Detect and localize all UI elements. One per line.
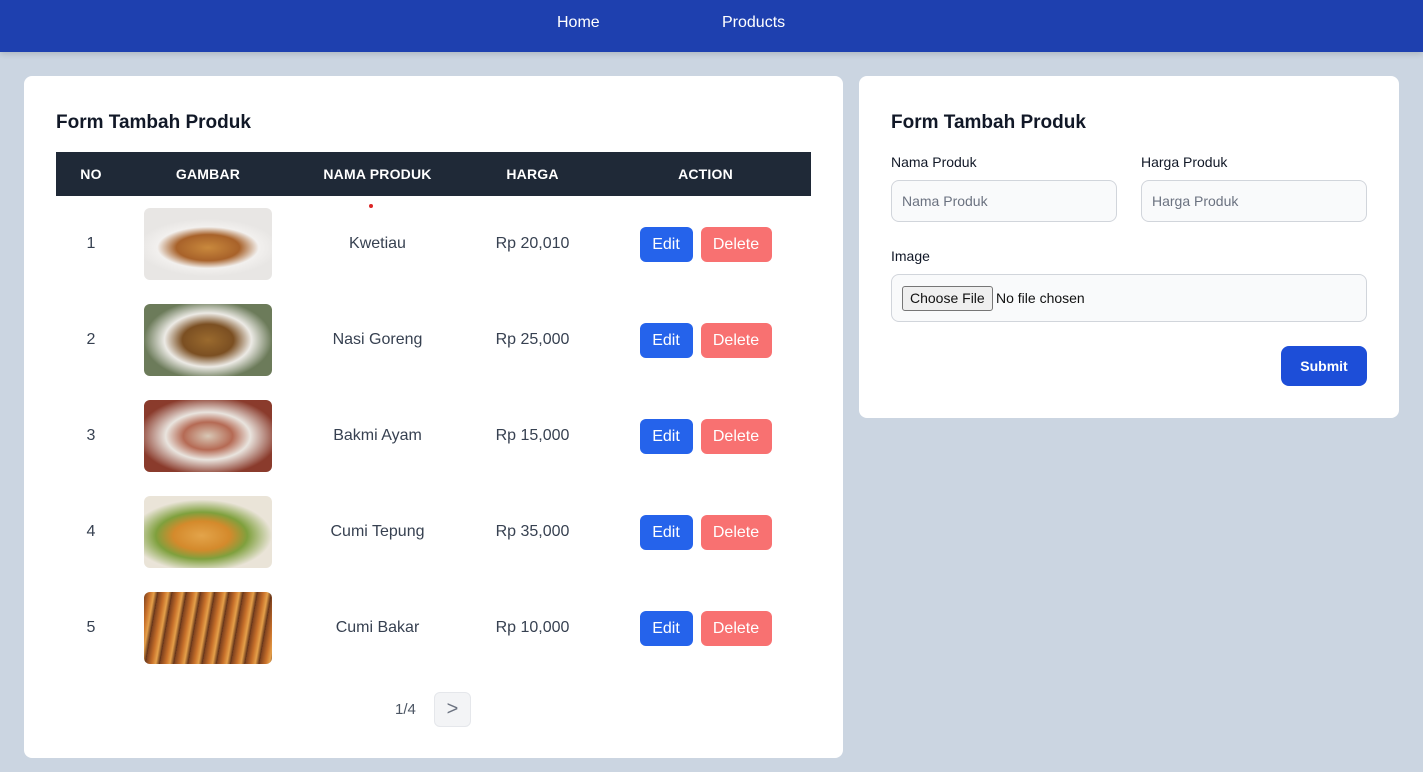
top-navbar: Home Products xyxy=(0,0,1423,52)
delete-button[interactable]: Delete xyxy=(700,610,772,646)
product-name: Cumi Tepung xyxy=(330,523,425,540)
kwetiau-photo xyxy=(144,208,272,280)
product-name: Nasi Goreng xyxy=(332,331,423,348)
table-row: 1 Kwetiau Rp 20,010 Edit Delete xyxy=(56,196,811,292)
table-header-row: NO GAMBAR NAMA PRODUK HARGA ACTION xyxy=(56,152,811,196)
product-list-title: Form Tambah Produk xyxy=(56,112,251,133)
table-row: 4 Cumi Tepung Rp 35,000 Edit Delete xyxy=(56,484,811,580)
product-price: Rp 15,000 xyxy=(495,427,570,444)
row-number: 4 xyxy=(86,523,96,540)
image-label: Image xyxy=(891,248,930,264)
product-price: Rp 25,000 xyxy=(495,331,570,348)
product-name-input[interactable] xyxy=(891,180,1117,222)
column-header-no: NO xyxy=(80,166,102,182)
edit-button[interactable]: Edit xyxy=(639,418,693,454)
product-price: Rp 20,010 xyxy=(495,235,570,252)
column-header-action: ACTION xyxy=(678,166,733,182)
edit-button[interactable]: Edit xyxy=(639,514,693,550)
delete-button[interactable]: Delete xyxy=(700,226,772,262)
delete-button[interactable]: Delete xyxy=(700,514,772,550)
add-product-form-card: Form Tambah Produk Nama Produk Harga Pro… xyxy=(859,76,1399,418)
image-file-input[interactable]: Choose File No file chosen xyxy=(891,274,1367,322)
row-number: 1 xyxy=(86,235,96,252)
column-header-nama-produk: NAMA PRODUK xyxy=(323,166,432,182)
product-name: Cumi Bakar xyxy=(335,619,420,636)
bakmi-ayam-photo xyxy=(144,400,272,472)
product-price-input[interactable] xyxy=(1141,180,1367,222)
edit-button[interactable]: Edit xyxy=(639,226,693,262)
column-header-harga: HARGA xyxy=(506,166,559,182)
nasi-goreng-photo xyxy=(144,304,272,376)
product-list-card: Form Tambah Produk NO GAMBAR NAMA PRODUK… xyxy=(24,76,843,758)
product-name-label: Nama Produk xyxy=(891,154,977,170)
product-table: NO GAMBAR NAMA PRODUK HARGA ACTION 1 Kwe… xyxy=(56,152,811,676)
product-name: Bakmi Ayam xyxy=(333,427,422,444)
delete-button[interactable]: Delete xyxy=(700,322,772,358)
column-header-gambar: GAMBAR xyxy=(175,166,241,182)
submit-button[interactable]: Submit xyxy=(1281,346,1367,386)
add-product-form-title: Form Tambah Produk xyxy=(891,112,1086,133)
table-row: 2 Nasi Goreng Rp 25,000 Edit Delete xyxy=(56,292,811,388)
choose-file-button[interactable]: Choose File xyxy=(902,286,993,311)
edit-button[interactable]: Edit xyxy=(639,322,693,358)
next-page-button[interactable]: > xyxy=(434,692,471,727)
cumi-tepung-photo xyxy=(144,496,272,568)
nav-products-link[interactable]: Products xyxy=(722,14,785,32)
table-row: 5 Cumi Bakar Rp 10,000 Edit Delete xyxy=(56,580,811,676)
product-price-label: Harga Produk xyxy=(1141,154,1228,170)
row-number: 5 xyxy=(86,619,96,636)
edit-button[interactable]: Edit xyxy=(639,610,693,646)
row-number: 2 xyxy=(86,331,96,348)
delete-button[interactable]: Delete xyxy=(700,418,772,454)
nav-home-link[interactable]: Home xyxy=(557,14,600,32)
product-name: Kwetiau xyxy=(349,235,406,252)
page-indicator: 1/4 xyxy=(395,701,416,718)
product-price: Rp 35,000 xyxy=(495,523,570,540)
row-number: 3 xyxy=(86,427,96,444)
product-price: Rp 10,000 xyxy=(495,619,570,636)
file-status-text: No file chosen xyxy=(996,290,1085,306)
cumi-bakar-photo xyxy=(144,592,272,664)
table-row: 3 Bakmi Ayam Rp 15,000 Edit Delete xyxy=(56,388,811,484)
pagination: 1/4 > xyxy=(24,692,843,727)
